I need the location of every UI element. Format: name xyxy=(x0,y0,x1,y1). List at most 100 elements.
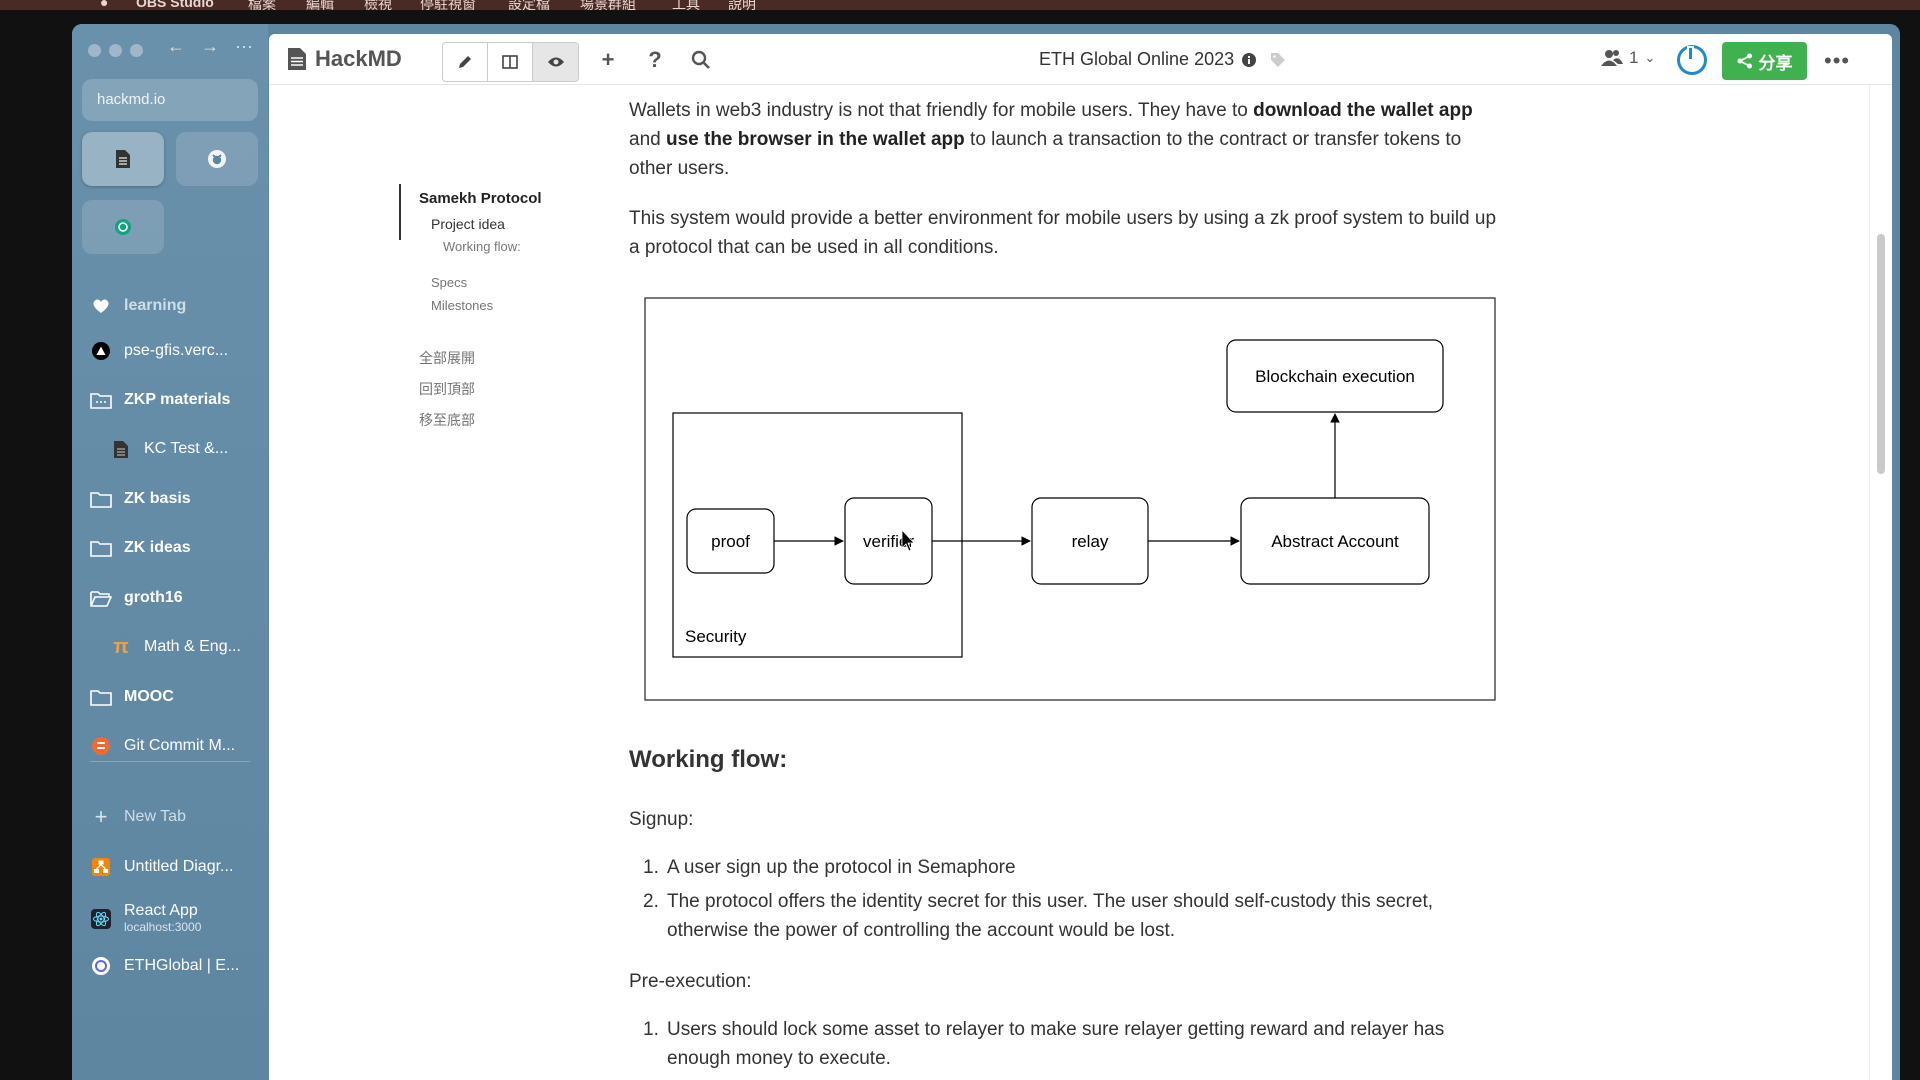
menubar-item[interactable]: 停駐視窗 xyxy=(420,0,476,10)
security-label: Security xyxy=(685,627,747,646)
signup-label: Signup: xyxy=(629,809,694,830)
paragraph-wallets: Wallets in web3 industry is not that fri… xyxy=(629,100,1473,179)
page-scrollbar-thumb[interactable] xyxy=(1877,234,1885,474)
hackmd-toolbar: HackMD + ? ETH Global Online 2023 1 ⌄ 分享… xyxy=(269,34,1892,85)
view-mode-button[interactable] xyxy=(533,43,578,81)
list-number: 2. xyxy=(643,891,659,912)
blogger-icon xyxy=(90,735,112,757)
more-options-icon[interactable]: ••• xyxy=(1824,48,1850,74)
proof-label: proof xyxy=(711,532,750,551)
browser-window: ← → ··· hackmd.io learning pse-gfis.verc… xyxy=(72,24,1900,1080)
document-icon xyxy=(116,150,130,168)
chevron-down-icon: ⌄ xyxy=(1644,50,1656,65)
toc-item-specs[interactable]: Specs xyxy=(431,275,467,290)
folder-icon xyxy=(90,488,112,510)
sidebar-folder-zkp-materials[interactable]: ZKP materials xyxy=(82,380,258,420)
toc-go-to-bottom[interactable]: 移至底部 xyxy=(419,410,475,430)
pencil-icon xyxy=(459,56,471,68)
toc-item-project-idea[interactable]: Project idea xyxy=(431,216,505,232)
ethglobal-icon xyxy=(90,955,112,977)
back-arrow-icon[interactable]: ← xyxy=(166,36,186,57)
react-icon xyxy=(90,908,112,930)
sidebar-folder-groth16[interactable]: groth16 xyxy=(82,578,258,618)
toc-item-samekh-protocol[interactable]: Samekh Protocol xyxy=(419,190,542,207)
menubar-item[interactable]: 檔案 xyxy=(248,0,276,10)
preexecution-label: Pre-execution: xyxy=(629,971,752,992)
github-icon xyxy=(208,150,226,168)
hackmd-page: HackMD + ? ETH Global Online 2023 1 ⌄ 分享… xyxy=(269,34,1892,1080)
document-title[interactable]: ETH Global Online 2023 xyxy=(1039,49,1286,70)
sidebar-tab-untitled-diagram[interactable]: Untitled Diagr... xyxy=(82,847,258,887)
online-users-dropdown[interactable]: 1 ⌄ xyxy=(1601,48,1655,68)
info-icon[interactable] xyxy=(1242,52,1257,67)
sidebar-tab-ethglobal[interactable]: ETHGlobal | E... xyxy=(82,946,258,986)
toc-item-milestones[interactable]: Milestones xyxy=(431,298,493,313)
close-window-button[interactable] xyxy=(88,44,101,57)
drawio-icon xyxy=(90,856,112,878)
share-icon xyxy=(1737,53,1752,69)
heading-working-flow: Working flow: xyxy=(629,746,788,773)
users-icon xyxy=(1601,50,1623,66)
pinned-tab-github[interactable] xyxy=(176,132,258,186)
edit-mode-button[interactable] xyxy=(443,43,488,81)
window-controls xyxy=(88,44,143,57)
eye-icon xyxy=(547,57,564,67)
plus-icon: + xyxy=(94,804,108,829)
columns-icon xyxy=(502,55,518,69)
architecture-diagram: Security proof verifier relay Abstract A… xyxy=(644,297,1496,701)
pinned-tab-chatgpt[interactable] xyxy=(82,200,164,254)
view-mode-toggle xyxy=(442,42,579,82)
preexecution-step: 1. Users should lock some asset to relay… xyxy=(629,1015,1519,1073)
toc-item-working-flow[interactable]: Working flow: xyxy=(443,239,521,254)
new-note-plus-icon[interactable]: + xyxy=(594,46,622,74)
menubar-item[interactable]: 設定檔 xyxy=(508,0,550,10)
search-icon[interactable] xyxy=(687,46,715,74)
sidebar-tab-react-app[interactable]: React App localhost:3000 xyxy=(82,897,258,941)
menubar-item[interactable]: 檢視 xyxy=(364,0,392,10)
paragraph-system: This system would provide a better envir… xyxy=(629,208,1497,258)
heart-icon xyxy=(90,295,112,317)
browser-sidebar: ← → ··· hackmd.io learning pse-gfis.verc… xyxy=(72,24,268,1080)
folder-icon xyxy=(90,537,112,559)
split-mode-button[interactable] xyxy=(488,43,533,81)
menubar-item[interactable]: 場景群組 xyxy=(580,0,636,10)
folder-open-icon xyxy=(90,587,112,609)
folder-icon xyxy=(90,686,112,708)
toc-back-to-top[interactable]: 回到頂部 xyxy=(419,379,475,399)
sidebar-item-kc-test[interactable]: KC Test &... xyxy=(102,429,258,469)
pinned-tab-hackmd[interactable] xyxy=(82,132,164,186)
more-dots-icon[interactable]: ··· xyxy=(234,36,254,57)
folder-icon xyxy=(90,389,112,411)
sidebar-item-math-eng[interactable]: π Math & Eng... xyxy=(102,627,258,667)
hackmd-doc-icon xyxy=(288,48,306,70)
sidebar-item-learning[interactable]: learning xyxy=(82,286,258,326)
document-icon xyxy=(110,438,132,460)
signup-step: 2. The protocol offers the identity secr… xyxy=(629,887,1519,945)
sidebar-folder-zk-basis[interactable]: ZK basis xyxy=(82,479,258,519)
tag-icon[interactable] xyxy=(1270,52,1286,68)
power-icon[interactable] xyxy=(1677,45,1707,75)
new-tab-button[interactable]: + New Tab xyxy=(82,797,258,837)
signup-step: 1. A user sign up the protocol in Semaph… xyxy=(629,853,1519,882)
abstract-account-label: Abstract Account xyxy=(1271,532,1399,551)
share-button[interactable]: 分享 xyxy=(1722,42,1807,80)
menubar-app-name[interactable]: OBS Studio xyxy=(136,0,214,10)
forward-arrow-icon[interactable]: → xyxy=(200,36,220,57)
sidebar-folder-zk-ideas[interactable]: ZK ideas xyxy=(82,528,258,568)
sidebar-folder-mooc[interactable]: MOOC xyxy=(82,677,258,717)
sidebar-item-pse-gfis[interactable]: pse-gfis.verc... xyxy=(82,331,258,371)
menubar-item[interactable]: 編輯 xyxy=(306,0,334,10)
list-number: 1. xyxy=(643,857,659,878)
chatgpt-icon xyxy=(115,219,131,235)
hackmd-logo[interactable]: HackMD xyxy=(287,46,402,72)
menubar-item[interactable]: 說明 xyxy=(728,0,756,10)
menubar-item[interactable]: 工具 xyxy=(672,0,700,10)
apple-icon[interactable]: ● xyxy=(100,0,108,10)
sidebar-item-git-commit[interactable]: Git Commit M... xyxy=(82,726,258,766)
minimize-window-button[interactable] xyxy=(109,44,122,57)
help-icon[interactable]: ? xyxy=(641,46,669,74)
toc-expand-all[interactable]: 全部展開 xyxy=(419,348,475,368)
toc-active-indicator xyxy=(399,184,401,240)
url-bar[interactable]: hackmd.io xyxy=(82,79,258,121)
zoom-window-button[interactable] xyxy=(130,44,143,57)
